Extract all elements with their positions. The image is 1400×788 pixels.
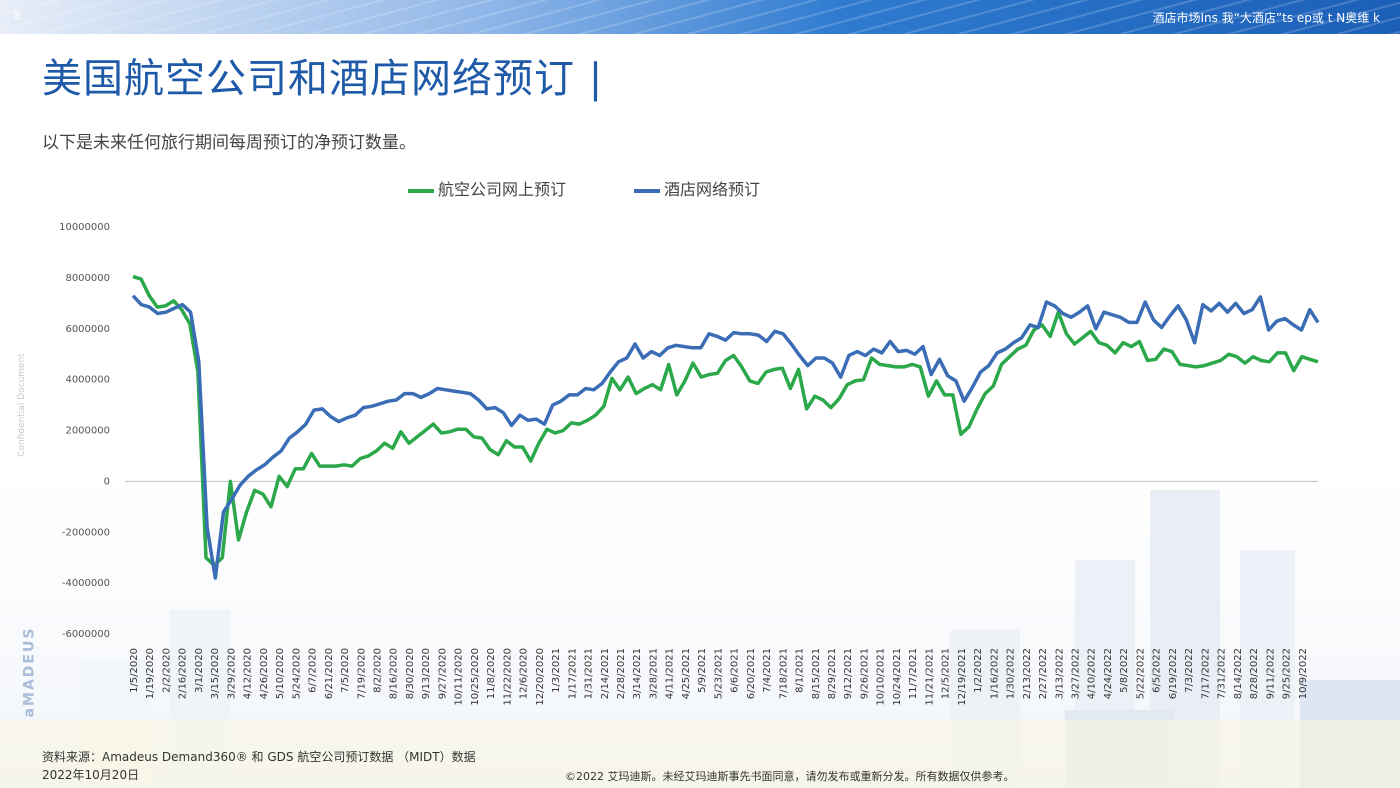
- x-tick-label: 12/20/2020: [535, 648, 546, 706]
- x-tick-label: 8/15/2021: [811, 648, 822, 699]
- x-tick-label: 8/2/2020: [372, 648, 383, 693]
- x-tick-label: 12/19/2021: [957, 648, 968, 706]
- y-tick-label: -2000000: [62, 527, 110, 538]
- x-tick-label: 4/11/2021: [665, 648, 676, 699]
- y-tick-label: 8000000: [65, 273, 110, 284]
- x-tick-label: 7/3/2022: [1184, 648, 1195, 693]
- y-tick-label: -6000000: [62, 629, 110, 640]
- y-tick-label: 6000000: [65, 324, 110, 335]
- x-tick-label: 3/13/2022: [1054, 648, 1065, 699]
- x-tick-label: 5/24/2020: [291, 648, 302, 699]
- x-tick-label: 12/6/2020: [519, 648, 530, 699]
- x-tick-label: 1/30/2022: [1006, 648, 1017, 699]
- x-tick-label: 11/22/2020: [502, 648, 513, 706]
- x-tick-label: 3/14/2021: [632, 648, 643, 699]
- y-tick-label: 4000000: [65, 375, 110, 386]
- x-tick-label: 7/5/2020: [340, 648, 351, 693]
- x-tick-label: 3/15/2020: [210, 648, 221, 699]
- x-tick-label: 3/29/2020: [226, 648, 237, 699]
- x-tick-label: 1/5/2020: [129, 648, 140, 693]
- x-tick-label: 5/22/2022: [1135, 648, 1146, 699]
- x-tick-label: 4/25/2021: [681, 648, 692, 699]
- hotel-series-line: [131, 294, 1320, 580]
- x-tick-label: 9/27/2020: [437, 648, 448, 699]
- y-tick-label: 10000000: [59, 222, 110, 233]
- y-tick-label: 0: [104, 476, 110, 487]
- confidential-side-label: Confidential Document: [16, 353, 27, 457]
- x-tick-label: 4/10/2022: [1087, 648, 1098, 699]
- x-tick-label: 6/20/2021: [746, 648, 757, 699]
- x-tick-label: 1/16/2022: [989, 648, 1000, 699]
- x-tick-label: 8/28/2022: [1249, 648, 1260, 699]
- x-tick-label: 11/21/2021: [924, 648, 935, 706]
- x-tick-label: 5/10/2020: [275, 648, 286, 699]
- x-tick-label: 5/23/2021: [713, 648, 724, 699]
- x-tick-label: 9/12/2021: [843, 648, 854, 699]
- x-tick-label: 1/31/2021: [584, 648, 595, 699]
- x-tick-label: 3/27/2022: [1071, 648, 1082, 699]
- x-tick-label: 9/11/2022: [1265, 648, 1276, 699]
- x-tick-label: 8/14/2022: [1233, 648, 1244, 699]
- x-tick-label: 11/7/2021: [908, 648, 919, 699]
- x-tick-label: 10/25/2020: [470, 648, 481, 706]
- x-tick-label: 1/2/2022: [973, 648, 984, 693]
- x-tick-label: 7/19/2020: [356, 648, 367, 699]
- x-tick-label: 10/11/2020: [454, 648, 465, 706]
- x-tick-label: 8/30/2020: [405, 648, 416, 699]
- x-tick-label: 1/3/2021: [551, 648, 562, 693]
- x-tick-label: 3/28/2021: [648, 648, 659, 699]
- x-tick-label: 12/5/2021: [941, 648, 952, 699]
- x-tick-label: 6/5/2022: [1152, 648, 1163, 693]
- x-tick-label: 4/26/2020: [259, 648, 270, 699]
- x-tick-label: 7/17/2022: [1200, 648, 1211, 699]
- y-tick-label: -4000000: [62, 578, 110, 589]
- x-tick-label: 6/21/2020: [324, 648, 335, 699]
- copyright-note: ©2022 艾玛迪斯。未经艾玛迪斯事先书面同意，请勿发布或重新分发。所有数据仅供…: [565, 770, 1015, 783]
- x-tick-label: 6/6/2021: [730, 648, 741, 693]
- series-lines: [131, 274, 1320, 580]
- x-tick-label: 6/7/2020: [308, 648, 319, 693]
- x-tick-label: 1/17/2021: [567, 648, 578, 699]
- x-axis-ticks: 1/5/2020 1/19/2020 2/2/2020 2/16/2020 3/1/20…: [129, 648, 1309, 706]
- y-tick-label: 2000000: [65, 426, 110, 437]
- x-tick-label: 3/1/2020: [194, 648, 205, 693]
- x-tick-label: 5/9/2021: [697, 648, 708, 693]
- x-tick-label: 2/16/2020: [178, 648, 189, 699]
- x-tick-label: 9/26/2021: [859, 648, 870, 699]
- y-axis-ticks: -6000000 -4000000 -2000000 0 2000000 4000000 6…: [59, 222, 110, 640]
- x-tick-label: 10/9/2022: [1298, 648, 1309, 699]
- x-tick-label: 11/8/2020: [486, 648, 497, 699]
- booking-line-chart: -6000000 -4000000 -2000000 0 2000000 4000000 6…: [59, 222, 1320, 706]
- x-tick-label: 8/1/2021: [795, 648, 806, 693]
- amadeus-logo: aMADEUS: [21, 626, 38, 718]
- airline-series-line: [132, 274, 1319, 568]
- x-tick-label: 7/4/2021: [762, 648, 773, 693]
- x-tick-label: 2/14/2021: [600, 648, 611, 699]
- x-tick-label: 10/10/2021: [876, 648, 887, 706]
- x-tick-label: 9/13/2020: [421, 648, 432, 699]
- x-tick-label: 8/16/2020: [389, 648, 400, 699]
- x-tick-label: 9/25/2022: [1282, 648, 1293, 699]
- report-date: 2022年10月20日: [42, 768, 140, 782]
- x-tick-label: 7/18/2021: [778, 648, 789, 699]
- x-tick-label: 7/31/2022: [1217, 648, 1228, 699]
- x-tick-label: 4/12/2020: [243, 648, 254, 699]
- x-tick-label: 8/29/2021: [827, 648, 838, 699]
- x-tick-label: 10/24/2021: [892, 648, 903, 706]
- x-tick-label: 2/13/2022: [1022, 648, 1033, 699]
- x-tick-label: 5/8/2022: [1119, 648, 1130, 693]
- source-note: 资料来源：Amadeus Demand360® 和 GDS 航空公司预订数据 （…: [42, 750, 476, 764]
- x-tick-label: 6/19/2022: [1168, 648, 1179, 699]
- x-tick-label: 2/2/2020: [161, 648, 172, 693]
- x-tick-label: 2/27/2022: [1038, 648, 1049, 699]
- x-tick-label: 4/24/2022: [1103, 648, 1114, 699]
- x-tick-label: 1/19/2020: [145, 648, 156, 699]
- x-tick-label: 2/28/2021: [616, 648, 627, 699]
